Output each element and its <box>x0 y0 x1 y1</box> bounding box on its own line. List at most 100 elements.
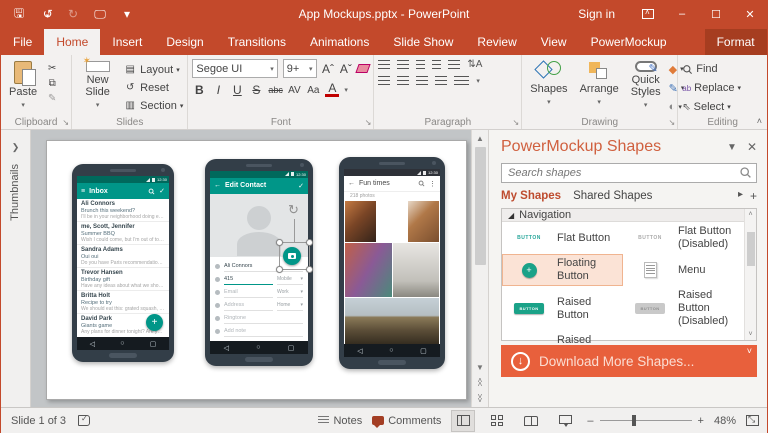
sign-in-button[interactable]: Sign in <box>562 0 631 28</box>
notes-button[interactable]: Notes <box>318 415 362 427</box>
text-direction-icon[interactable]: ⇅A <box>467 59 482 70</box>
font-color-dropdown-icon[interactable]: ▾ <box>344 86 348 94</box>
shape-item-flat-button-disabled[interactable]: BUTTON Flat Button (Disabled) <box>623 222 744 254</box>
proofing-icon[interactable] <box>78 414 91 426</box>
font-dialog-launcher-icon[interactable]: ↘ <box>365 118 372 127</box>
thumbnails-pane[interactable]: ❯ Thumbnails <box>1 130 31 407</box>
panel-arrow-icon[interactable]: ▸ <box>738 189 743 203</box>
copy-icon[interactable]: ⧉ <box>45 77 59 89</box>
panel-close-icon[interactable]: ✕ <box>747 140 757 154</box>
subscript-abc-icon[interactable]: abc <box>268 85 283 95</box>
shape-list-scrollbar[interactable]: ˄ ˅ <box>744 209 756 340</box>
selection-handle-top-left[interactable] <box>276 239 283 246</box>
zoom-level[interactable]: 48% <box>714 415 736 427</box>
slide-show-button[interactable] <box>553 410 577 432</box>
next-slide-icon[interactable]: ˅ ˅ <box>478 391 483 407</box>
section-button[interactable]: ▥ Section ▾ <box>123 98 183 113</box>
section-navigation[interactable]: ◢ Navigation <box>502 209 744 222</box>
zoom-slider[interactable] <box>599 415 692 426</box>
fit-slide-to-window-icon[interactable] <box>746 414 759 426</box>
download-more-shapes-button[interactable]: ↓ Download More Shapes... ˅ <box>501 345 757 377</box>
normal-view-button[interactable] <box>451 409 476 432</box>
reset-button[interactable]: ↺ Reset <box>123 80 183 95</box>
tab-powermockup[interactable]: PowerMockup <box>579 29 679 55</box>
italic-button[interactable]: I <box>211 83 225 97</box>
align-right-icon[interactable] <box>416 76 429 85</box>
phone-mockup-gallery[interactable]: 12:30 ← Fun times ⋮ 218 photos ◁ ○ ▢ <box>339 157 445 369</box>
shape-item-flat-button[interactable]: BUTTON Flat Button <box>502 222 623 254</box>
document-scrollbar[interactable]: ▲ ▼ ˄ ˄ ˅ ˅ <box>471 130 488 407</box>
list-scrollbar-thumb[interactable] <box>746 232 755 266</box>
increase-font-size-icon[interactable]: Aˆ <box>322 62 335 76</box>
ribbon-display-options-icon[interactable] <box>631 0 665 28</box>
start-from-beginning-icon[interactable]: 🖵 <box>92 7 108 22</box>
change-case-icon[interactable]: Aa <box>306 85 320 96</box>
tab-file[interactable]: File <box>1 29 44 55</box>
reading-view-button[interactable] <box>519 410 543 432</box>
rotate-handle-icon[interactable]: ↻ <box>288 203 299 216</box>
save-icon[interactable]: 🖫 <box>11 4 27 25</box>
zoom-slider-thumb[interactable] <box>631 415 636 426</box>
search-input[interactable] <box>501 163 757 183</box>
add-category-icon[interactable]: + <box>750 189 757 203</box>
underline-button[interactable]: U <box>230 83 244 97</box>
tab-format[interactable]: Format <box>704 29 767 55</box>
align-center-icon[interactable] <box>397 76 410 85</box>
clipboard-dialog-launcher-icon[interactable]: ↘ <box>62 118 69 127</box>
slide[interactable]: 12:30 ≡ Inbox ✓ Ali Connors Brunch this … <box>46 140 467 400</box>
banner-chevron-icon[interactable]: ˅ <box>747 346 752 356</box>
tab-shared-shapes[interactable]: Shared Shapes <box>573 190 652 202</box>
decrease-indent-icon[interactable] <box>416 60 426 69</box>
slide-indicator[interactable]: Slide 1 of 3 <box>11 415 66 427</box>
find-button[interactable]: Find <box>682 62 741 76</box>
font-color-button[interactable]: A <box>325 82 340 97</box>
list-scroll-down-icon[interactable]: ˅ <box>748 331 752 338</box>
zoom-out-icon[interactable]: – <box>587 415 593 427</box>
panel-menu-icon[interactable]: ▼ <box>727 142 737 153</box>
paragraph-dialog-launcher-icon[interactable]: ↘ <box>513 118 520 127</box>
strikethrough-button[interactable]: S <box>249 83 263 97</box>
scrollbar-thumb[interactable] <box>474 147 486 265</box>
select-button[interactable]: ⇖ Select ▾ <box>682 100 741 114</box>
align-left-icon[interactable] <box>378 76 391 85</box>
clear-formatting-icon[interactable] <box>355 64 372 73</box>
tab-home[interactable]: Home <box>44 29 101 55</box>
tab-transitions[interactable]: Transitions <box>216 29 298 55</box>
redo-icon[interactable]: ↻ <box>65 7 81 21</box>
maximize-button[interactable]: ☐ <box>699 0 733 28</box>
scroll-down-icon[interactable]: ▼ <box>472 359 488 375</box>
tab-animations[interactable]: Animations <box>298 29 381 55</box>
tab-review[interactable]: Review <box>465 29 528 55</box>
format-painter-icon[interactable]: ✎ <box>45 92 59 104</box>
paste-button[interactable]: Paste ▾ <box>5 59 41 114</box>
decrease-font-size-icon[interactable]: Aˇ <box>339 62 352 76</box>
tab-my-shapes[interactable]: My Shapes <box>501 190 561 202</box>
tab-insert[interactable]: Insert <box>100 29 154 55</box>
customize-qat-icon[interactable]: ▾ <box>119 7 135 21</box>
scroll-up-icon[interactable]: ▲ <box>472 130 488 146</box>
undo-icon[interactable]: ↺▾ <box>38 7 54 21</box>
shape-item-menu[interactable]: Menu <box>623 254 744 286</box>
selection-handle-bottom-right[interactable] <box>306 266 313 273</box>
font-name-select[interactable]: Segoe UI ▾ <box>192 59 278 78</box>
replace-button[interactable]: ab Replace ▾ <box>682 81 741 95</box>
cut-icon[interactable]: ✂ <box>45 62 59 74</box>
numbering-icon[interactable] <box>397 60 410 69</box>
increase-indent-icon[interactable] <box>432 60 442 69</box>
shape-item-raised-button[interactable]: BUTTON Raised Button <box>502 286 623 331</box>
columns-icon[interactable] <box>454 76 470 85</box>
minimize-button[interactable]: – <box>665 0 699 28</box>
line-spacing-icon[interactable] <box>448 60 461 69</box>
character-spacing-icon[interactable]: AV <box>287 85 301 96</box>
new-slide-button[interactable]: New Slide▾ <box>76 56 119 114</box>
collapse-ribbon-icon[interactable]: ˄ <box>757 116 762 126</box>
shape-item-floating-button[interactable]: + Floating Button <box>502 254 623 286</box>
justify-icon[interactable] <box>435 76 448 85</box>
arrange-button[interactable]: Arrange ▾ <box>576 59 623 114</box>
shape-item-raised-button-disabled[interactable]: BUTTON Raised Button (Disabled) <box>623 286 744 331</box>
comments-button[interactable]: Comments <box>372 415 441 428</box>
tab-view[interactable]: View <box>529 29 579 55</box>
tab-design[interactable]: Design <box>154 29 215 55</box>
layout-button[interactable]: ▤ Layout ▾ <box>123 62 183 77</box>
phone-mockup-inbox[interactable]: 12:30 ≡ Inbox ✓ Ali Connors Brunch this … <box>72 164 174 362</box>
